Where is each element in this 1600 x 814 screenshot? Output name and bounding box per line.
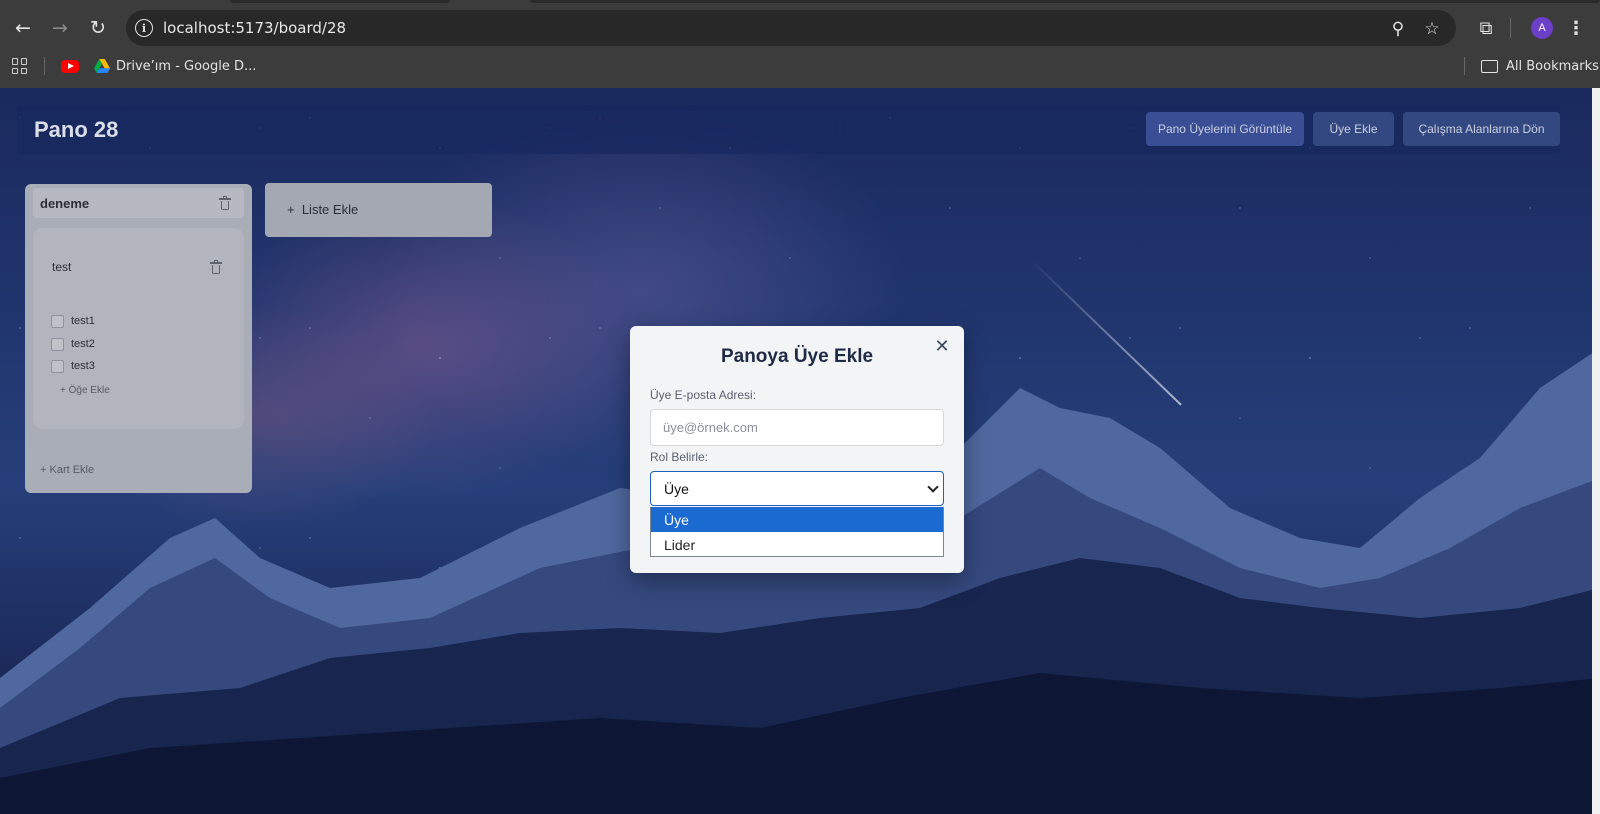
all-bookmarks-label: All Bookmarks	[1506, 58, 1599, 74]
site-info-icon[interactable]: i	[135, 19, 153, 37]
page-viewport: Pano 28 Pano Üyelerini Görüntüle Üye Ekl…	[0, 88, 1600, 814]
add-card-button[interactable]: + Kart Ekle	[40, 464, 94, 476]
youtube-icon	[61, 59, 79, 73]
profile-avatar[interactable]: A	[1531, 17, 1553, 39]
apps-grid-icon[interactable]	[12, 58, 28, 74]
modal-title: Panoya Üye Ekle	[720, 346, 874, 367]
add-member-modal: Panoya Üye Ekle ✕ Üye E-posta Adresi: Ro…	[630, 326, 964, 573]
board-header: Pano 28 Pano Üyelerini Görüntüle Üye Ekl…	[17, 105, 1560, 154]
forward-button[interactable]: →	[45, 13, 75, 43]
board-list: deneme test test1 test2 test3 + Öğe Ekle…	[25, 184, 252, 493]
plus-icon: +	[60, 385, 69, 396]
add-member-button[interactable]: Üye Ekle	[1313, 112, 1394, 146]
checklist-item[interactable]: test1	[51, 313, 95, 329]
delete-list-icon[interactable]	[219, 196, 231, 210]
page-scrollbar[interactable]	[1592, 88, 1600, 814]
reload-button[interactable]: ↻	[83, 13, 113, 43]
bookmark-drive[interactable]: Drive’ım - Google D...	[94, 56, 256, 76]
checklist-item[interactable]: test2	[51, 336, 95, 352]
role-select-value: Üye	[664, 481, 689, 497]
email-input[interactable]	[650, 409, 944, 446]
card-title: test	[52, 260, 72, 274]
add-list-text: + Liste Ekle	[287, 202, 358, 217]
list-title[interactable]: deneme	[40, 196, 89, 211]
bookmarks-divider	[1464, 57, 1465, 75]
back-button[interactable]: ←	[8, 13, 38, 43]
item-checkbox[interactable]	[51, 337, 64, 351]
bookmarks-divider	[44, 57, 45, 75]
checklist-item-label: test2	[71, 338, 95, 350]
add-list-button[interactable]: + Liste Ekle	[265, 183, 492, 237]
item-checkbox[interactable]	[51, 359, 64, 373]
toolbar-divider	[1510, 18, 1511, 38]
close-icon[interactable]: ✕	[932, 336, 952, 357]
extensions-icon[interactable]: ⧉	[1474, 14, 1498, 42]
chevron-down-icon	[927, 481, 939, 493]
add-card-label: Kart Ekle	[49, 464, 95, 476]
board-title: Pano 28	[34, 117, 119, 142]
url-text[interactable]: localhost:5173/board/28	[163, 19, 346, 37]
add-item-button[interactable]: + Öğe Ekle	[60, 385, 110, 396]
plus-icon: +	[287, 202, 302, 217]
bookmark-star-icon[interactable]: ☆	[1421, 18, 1443, 40]
checklist-item-label: test3	[71, 360, 95, 372]
bookmark-youtube[interactable]	[61, 56, 85, 76]
email-label: Üye E-posta Adresi:	[650, 388, 757, 402]
view-members-button[interactable]: Pano Üyelerini Görüntüle	[1146, 112, 1304, 146]
google-drive-icon	[94, 59, 110, 73]
role-option-uye[interactable]: Üye	[651, 507, 943, 532]
all-bookmarks-button[interactable]: All Bookmarks	[1481, 56, 1599, 76]
role-select[interactable]: Üye	[650, 471, 944, 506]
role-option-lider[interactable]: Lider	[651, 532, 943, 557]
delete-card-icon[interactable]	[210, 260, 222, 274]
checklist-item-label: test1	[71, 315, 95, 327]
tab-strip-edge	[230, 0, 450, 3]
back-to-workspace-button[interactable]: Çalışma Alanlarına Dön	[1403, 112, 1560, 146]
folder-icon	[1481, 59, 1498, 73]
browser-menu-icon[interactable]: ⋮	[1567, 14, 1585, 42]
item-checkbox[interactable]	[51, 314, 64, 328]
checklist-item[interactable]: test3	[51, 358, 95, 374]
role-label: Rol Belirle:	[650, 450, 709, 464]
zoom-icon[interactable]: ⚲	[1387, 18, 1409, 40]
list-card[interactable]: test test1 test2 test3 + Öğe Ekle	[33, 228, 244, 429]
list-header: deneme	[33, 188, 244, 218]
tab-strip-edge	[530, 0, 1600, 3]
add-item-label: Öğe Ekle	[68, 385, 110, 396]
bookmark-label: Drive’ım - Google D...	[116, 58, 257, 74]
add-list-label: Liste Ekle	[301, 202, 359, 217]
address-bar[interactable]: i localhost:5173/board/28 ⚲ ☆	[126, 10, 1456, 46]
browser-chrome: ← → ↻ i localhost:5173/board/28 ⚲ ☆ ⧉ A …	[0, 0, 1600, 88]
role-dropdown-list: Üye Lider	[650, 507, 944, 557]
